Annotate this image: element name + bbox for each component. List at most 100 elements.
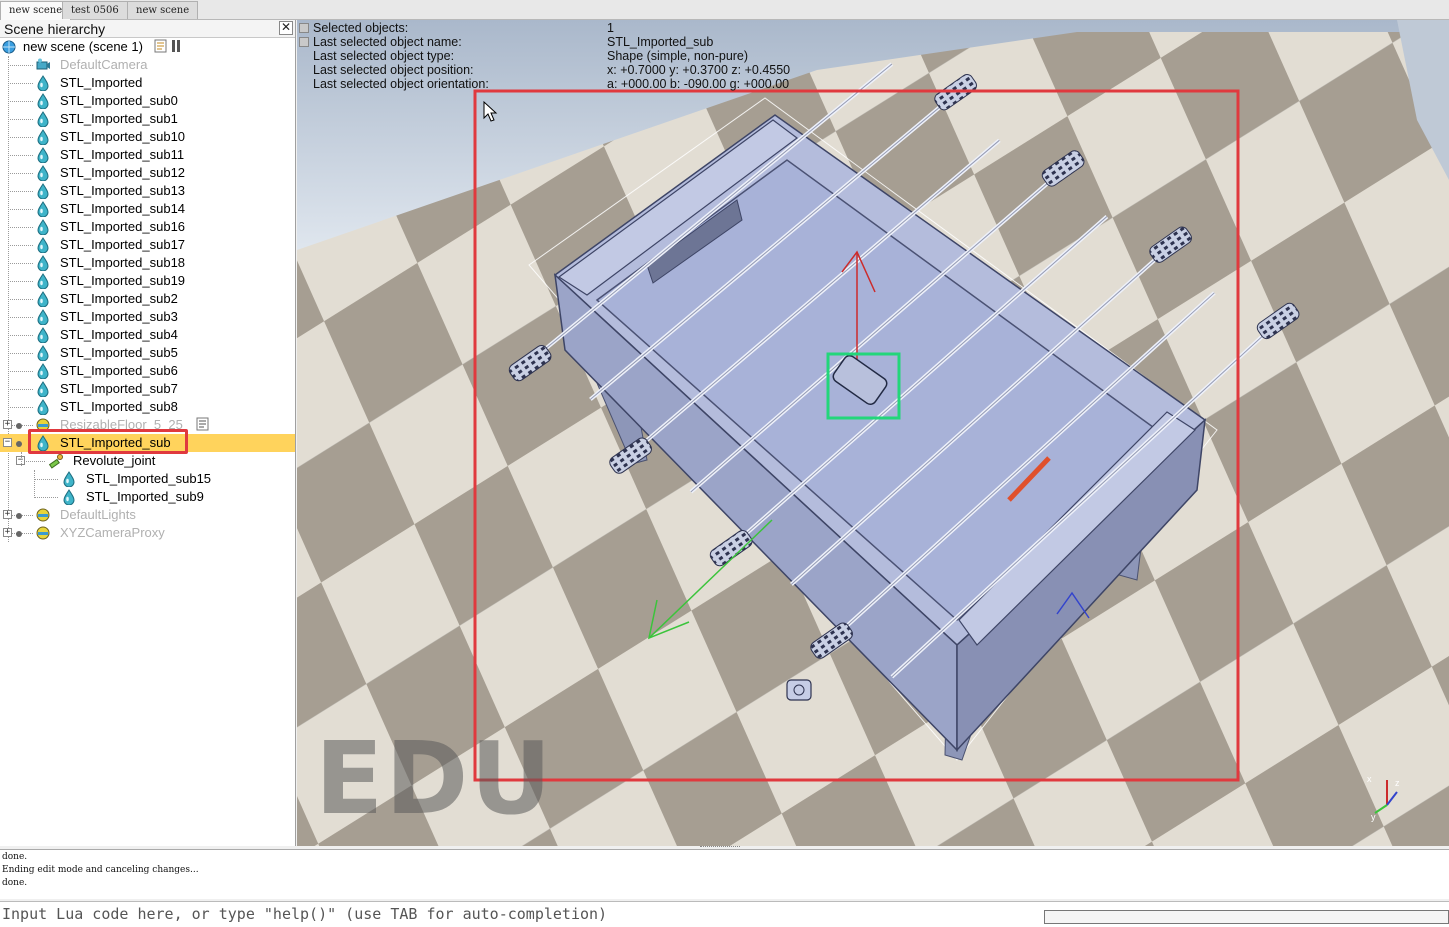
- model-marker-icon: [16, 513, 22, 519]
- tree-connector-line: [34, 470, 35, 498]
- tree-item-label: STL_Imported_sub11: [60, 147, 185, 162]
- info-value: Shape (simple, non-pure): [607, 49, 749, 63]
- selection-info-overlay: Selected objects: 1 Last selected object n…: [297, 20, 817, 92]
- info-label: Last selected object name:: [313, 35, 462, 49]
- scene-hierarchy-header: Scene hierarchy ✕: [0, 20, 295, 38]
- shape-icon: [35, 93, 51, 110]
- tree-item[interactable]: STL_Imported_sub19: [0, 272, 295, 290]
- command-toolbar-strip[interactable]: [1044, 910, 1449, 924]
- info-label: Last selected object orientation:: [313, 77, 489, 91]
- scene-viewport[interactable]: z y x Selected objects: 1 Last selected ob…: [297, 20, 1449, 846]
- tree-item[interactable]: STL_Imported_sub8: [0, 398, 295, 416]
- tree-item[interactable]: STL_Imported_sub7: [0, 380, 295, 398]
- tree-item[interactable]: + XYZCameraProxy: [0, 524, 295, 542]
- shape-icon: [35, 399, 51, 416]
- collapse-toggle-icon[interactable]: −: [3, 438, 12, 447]
- script-icon[interactable]: [196, 417, 212, 433]
- tree-item[interactable]: + DefaultLights: [0, 506, 295, 524]
- shape-icon: [35, 327, 51, 344]
- tree-item[interactable]: STL_Imported_sub6: [0, 362, 295, 380]
- shape-icon: [35, 381, 51, 398]
- tree-item[interactable]: STL_Imported_sub4: [0, 326, 295, 344]
- tree-item[interactable]: STL_Imported_sub3: [0, 308, 295, 326]
- shape-icon: [35, 165, 51, 182]
- model-marker-icon: [16, 423, 22, 429]
- tree-item-label: STL_Imported_sub2: [60, 291, 178, 306]
- tree-item[interactable]: STL_Imported_sub2: [0, 290, 295, 308]
- shape-icon: [35, 201, 51, 218]
- globe-icon: [1, 39, 17, 55]
- tree-item-label: STL_Imported_sub0: [60, 93, 178, 108]
- shape-icon: [35, 345, 51, 362]
- tree-item-label: STL_Imported: [60, 75, 143, 90]
- tree-item[interactable]: STL_Imported_sub1: [0, 110, 295, 128]
- tree-item[interactable]: STL_Imported_sub14: [0, 200, 295, 218]
- shape-icon: [35, 219, 51, 236]
- tree-item[interactable]: STL_Imported_sub10: [0, 128, 295, 146]
- tab-new-scene-2[interactable]: new scene: [127, 1, 199, 19]
- info-label: Last selected object type:: [313, 49, 455, 63]
- tree-item[interactable]: STL_Imported: [0, 74, 295, 92]
- axis-gizmo-y-label: y: [1371, 812, 1376, 822]
- tree-item-label: STL_Imported_sub9: [86, 489, 204, 504]
- tree-item-label: STL_Imported_sub17: [60, 237, 186, 252]
- scene-hierarchy-panel: Scene hierarchy ✕ new scene (scene 1) Def…: [0, 20, 296, 846]
- tree-item-label: STL_Imported_sub7: [60, 381, 178, 396]
- tree-item-label: STL_Imported_sub10: [60, 129, 186, 144]
- tree-item[interactable]: STL_Imported_sub5: [0, 344, 295, 362]
- console-line: done.: [2, 878, 28, 888]
- info-row-marker: [299, 37, 309, 47]
- info-label: Last selected object position:: [313, 63, 474, 77]
- expand-toggle-icon[interactable]: +: [3, 420, 12, 429]
- model-marker-icon: [16, 531, 22, 537]
- tree-root-label: new scene (scene 1): [23, 39, 143, 54]
- tree-item[interactable]: STL_Imported_sub18: [0, 254, 295, 272]
- tree-item-label: STL_Imported_sub6: [60, 363, 178, 378]
- selection-highlight-red: [28, 429, 188, 454]
- tree-item[interactable]: STL_Imported_sub9: [0, 488, 295, 506]
- shape-icon: [35, 255, 51, 272]
- tab-test-0506[interactable]: test 0506: [62, 1, 128, 19]
- tree-item[interactable]: STL_Imported_sub12: [0, 164, 295, 182]
- tree-item[interactable]: STL_Imported_sub17: [0, 236, 295, 254]
- tree-item-label: STL_Imported_sub18: [60, 255, 186, 270]
- tree-item-label: Revolute_joint: [73, 453, 156, 468]
- tree-item[interactable]: − Revolute_joint: [0, 452, 295, 470]
- tree-item-label: DefaultCamera: [60, 57, 148, 72]
- console-line: Ending edit mode and canceling changes..…: [2, 865, 199, 875]
- axis-gizmo-x-label: x: [1367, 774, 1372, 784]
- lua-command-input[interactable]: [0, 903, 1040, 925]
- tree-connector-line: [21, 452, 22, 466]
- tree-item[interactable]: DefaultCamera: [0, 56, 295, 74]
- shape-icon: [61, 489, 77, 506]
- console-output: done. Ending edit mode and canceling cha…: [0, 849, 1449, 899]
- light-icon: [35, 525, 51, 541]
- shape-icon: [35, 291, 51, 308]
- tree-item[interactable]: STL_Imported_sub15: [0, 470, 295, 488]
- info-label: Selected objects:: [313, 21, 409, 35]
- tree-item[interactable]: STL_Imported_sub16: [0, 218, 295, 236]
- shape-icon: [35, 111, 51, 128]
- close-icon[interactable]: ✕: [279, 21, 293, 35]
- tree-item[interactable]: STL_Imported_sub0: [0, 92, 295, 110]
- tree-item-label: STL_Imported_sub16: [60, 219, 186, 234]
- model-marker-icon: [16, 441, 22, 447]
- tree-item-label: STL_Imported_sub5: [60, 345, 178, 360]
- joint-icon: [48, 453, 64, 469]
- tree-item-label: STL_Imported_sub14: [60, 201, 186, 216]
- tab-new-scene-1[interactable]: new scene: [0, 1, 72, 20]
- tree-item[interactable]: STL_Imported_sub11: [0, 146, 295, 164]
- tree-root-scene[interactable]: new scene (scene 1): [0, 38, 295, 56]
- script-icon[interactable]: [154, 39, 180, 55]
- tree-item-label: STL_Imported_sub1: [60, 111, 178, 126]
- shape-icon: [35, 363, 51, 380]
- tree-item-label: STL_Imported_sub19: [60, 273, 186, 288]
- info-value: STL_Imported_sub: [607, 35, 714, 49]
- tree-item[interactable]: STL_Imported_sub13: [0, 182, 295, 200]
- expand-toggle-icon[interactable]: +: [3, 528, 12, 537]
- info-value: 1: [607, 21, 614, 35]
- shape-icon: [35, 309, 51, 326]
- app-window: new scene test 0506 new scene Scene hier…: [0, 0, 1449, 927]
- scene-hierarchy-title: Scene hierarchy: [4, 21, 106, 37]
- expand-toggle-icon[interactable]: +: [3, 510, 12, 519]
